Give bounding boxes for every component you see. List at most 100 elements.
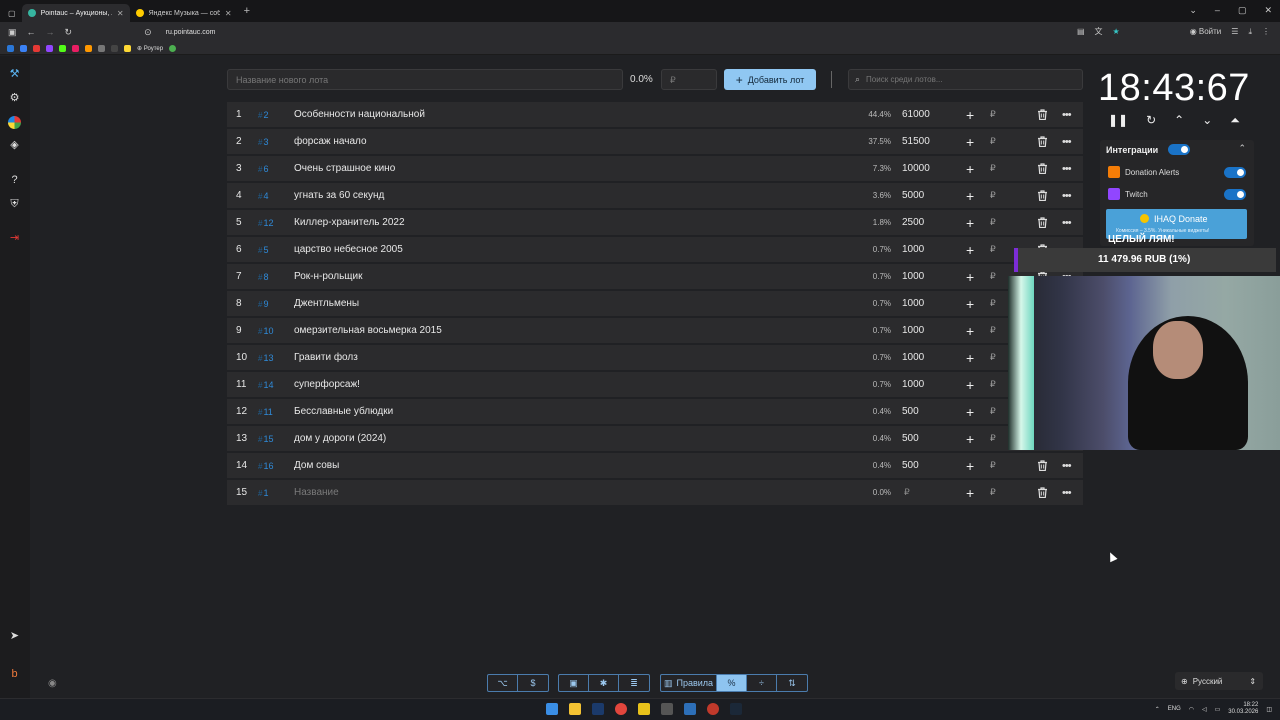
tray-chevron-icon[interactable]: ⌃ — [1155, 706, 1160, 713]
tray-lang[interactable]: ENG — [1168, 706, 1181, 712]
lot-row[interactable]: 9 #10 омерзительная восьмерка 2015 0.7% 1000… — [227, 318, 1083, 343]
site-info-icon[interactable]: ⊙ — [144, 27, 152, 38]
dollar-icon[interactable]: $ — [518, 675, 548, 691]
lot-amount[interactable]: 1000 — [902, 325, 924, 336]
lot-row[interactable]: 1 #2 Особенности национальной 44.4% 61000 + ₽ •… — [227, 102, 1083, 127]
translate-icon[interactable]: 文 — [1095, 26, 1103, 37]
add-amount-input[interactable]: ₽ — [990, 298, 996, 309]
rules-button[interactable]: ▥ Правила — [661, 675, 717, 691]
percent-mode-button[interactable]: % — [717, 675, 747, 691]
lot-amount[interactable]: 1000 — [902, 271, 924, 282]
add-amount-input[interactable]: ₽ — [990, 379, 996, 390]
reload-icon[interactable]: ↻ — [65, 27, 73, 38]
timer-top-icon[interactable]: ⏶ — [1230, 113, 1240, 128]
add-amount-input[interactable]: ₽ — [990, 460, 996, 471]
lot-id[interactable]: #8 — [258, 272, 268, 282]
lot-amount[interactable]: 51500 — [902, 136, 930, 147]
close-tab-icon[interactable]: ✕ — [225, 9, 232, 18]
layers-icon[interactable]: ◈ — [8, 139, 21, 152]
file-explorer-icon[interactable] — [569, 703, 581, 715]
back-icon[interactable]: ← — [27, 27, 36, 37]
tab-actions-icon[interactable]: ▢ — [8, 9, 16, 18]
lot-row[interactable]: 11#14суперфорсаж!0.7%1000+₽••• — [227, 372, 1083, 397]
lot-amount[interactable]: 1000 — [902, 352, 924, 363]
lot-name[interactable]: Бесславные ублюдки — [294, 406, 393, 417]
auction-hammer-icon[interactable]: ⚒ — [8, 68, 21, 81]
reset-icon[interactable]: ↻ — [1146, 113, 1156, 128]
menu-icon[interactable]: ⋮ — [1262, 27, 1270, 36]
lot-name[interactable]: Киллер-хранитель 2022 — [294, 217, 405, 228]
lot-id[interactable]: #14 — [258, 380, 273, 390]
more-options-icon[interactable]: ••• — [1062, 487, 1072, 499]
add-amount-plus-icon[interactable]: + — [966, 431, 974, 447]
lot-name[interactable]: Гравити фолз — [294, 352, 358, 363]
sort-button[interactable]: ⇅ — [777, 675, 807, 691]
reader-icon[interactable]: ▤ — [1077, 27, 1085, 36]
delete-trash-icon[interactable] — [1037, 460, 1048, 474]
bookmark-8-icon[interactable] — [98, 44, 105, 52]
delete-trash-icon[interactable] — [1037, 109, 1048, 123]
add-amount-plus-icon[interactable]: + — [966, 377, 974, 393]
close-window-icon[interactable]: ✕ — [1264, 5, 1272, 16]
lot-row[interactable]: 2 #3 форсаж начало 37.5% 51500 + ₽ ••• — [227, 129, 1083, 154]
lot-id[interactable]: #6 — [258, 164, 268, 174]
lot-search-field[interactable]: ⌕ Поиск среди лотов... — [848, 69, 1083, 90]
help-icon[interactable]: ? — [8, 174, 21, 187]
lot-name[interactable]: Особенности национальной — [294, 109, 425, 120]
add-amount-plus-icon[interactable]: + — [966, 161, 974, 177]
add-lot-button[interactable]: + Добавить лот — [724, 69, 816, 90]
lot-id[interactable]: #1 — [258, 488, 268, 498]
lot-name[interactable]: Рок-н-рольщик — [294, 271, 363, 282]
lot-id[interactable]: #2 — [258, 110, 268, 120]
lot-name[interactable]: Джентльмены — [294, 298, 359, 309]
divide-mode-button[interactable]: ÷ — [747, 675, 777, 691]
battery-icon[interactable]: ▭ — [1215, 706, 1221, 713]
timer-up-icon[interactable]: ⌃ — [1174, 113, 1184, 128]
url-field[interactable]: ru.pointauc.com — [166, 29, 216, 36]
settings-gear-icon[interactable]: ⚙ — [8, 92, 21, 105]
add-amount-plus-icon[interactable]: + — [966, 350, 974, 366]
extensions-icon[interactable]: ☰ — [1231, 27, 1238, 36]
windows-start-icon[interactable] — [546, 703, 558, 715]
lot-amount[interactable]: 61000 — [902, 109, 930, 120]
bookmark-2-icon[interactable] — [20, 44, 27, 52]
lot-name[interactable]: царство небесное 2005 — [294, 244, 403, 255]
maximize-icon[interactable]: ▢ — [1238, 5, 1247, 16]
lot-id[interactable]: #9 — [258, 299, 268, 309]
lot-row[interactable]: 14 #16 Дом совы 0.4% 500 + ₽ ••• — [227, 453, 1083, 478]
more-options-icon[interactable]: ••• — [1062, 217, 1072, 229]
tray-clock[interactable]: 18:22 30.03.2026 — [1228, 702, 1258, 716]
lot-name[interactable]: омерзительная восьмерка 2015 — [294, 325, 442, 336]
lot-amount[interactable]: 500 — [902, 460, 919, 471]
close-tab-icon[interactable]: ✕ — [117, 9, 124, 18]
lot-amount[interactable]: 1000 — [902, 244, 924, 255]
lot-row[interactable]: 10#13Гравити фолз0.7%1000+₽••• — [227, 345, 1083, 370]
add-amount-plus-icon[interactable]: + — [966, 296, 974, 312]
browser-icon[interactable] — [615, 703, 627, 715]
add-amount-plus-icon[interactable]: + — [966, 269, 974, 285]
minimize-icon[interactable]: – — [1215, 5, 1220, 16]
lot-row[interactable]: 5 #12 Киллер-хранитель 2022 1.8% 2500 + ₽ ••• — [227, 210, 1083, 235]
lot-id[interactable]: #4 — [258, 191, 268, 201]
lot-row[interactable]: 15 #1 Название 0.0% ₽ + ₽ ••• — [227, 480, 1083, 505]
wheel-icon[interactable] — [8, 116, 21, 129]
bookmark-7-icon[interactable] — [85, 44, 92, 52]
forward-icon[interactable]: → — [46, 27, 55, 37]
lot-amount[interactable]: 500 — [902, 406, 919, 417]
bug-icon[interactable]: ✱ — [589, 675, 619, 691]
bookmark-vk-icon[interactable] — [7, 44, 14, 52]
lot-name[interactable]: форсаж начало — [294, 136, 367, 147]
lot-id[interactable]: #11 — [258, 407, 273, 417]
more-options-icon[interactable]: ••• — [1062, 136, 1072, 148]
more-options-icon[interactable]: ••• — [1062, 109, 1072, 121]
add-amount-plus-icon[interactable]: + — [966, 458, 974, 474]
add-amount-input[interactable]: ₽ — [990, 352, 996, 363]
lot-row[interactable]: 7#8Рок-н-рольщик0.7%1000+₽••• — [227, 264, 1083, 289]
lot-id[interactable]: #16 — [258, 461, 273, 471]
add-amount-input[interactable]: ₽ — [990, 163, 996, 174]
lot-id[interactable]: #5 — [258, 245, 268, 255]
shield-icon[interactable]: ⛨ — [8, 198, 21, 211]
pause-icon[interactable]: ❚❚ — [1108, 113, 1128, 128]
save-icon[interactable]: ▣ — [559, 675, 589, 691]
eye-icon[interactable]: ◉ — [48, 678, 57, 689]
